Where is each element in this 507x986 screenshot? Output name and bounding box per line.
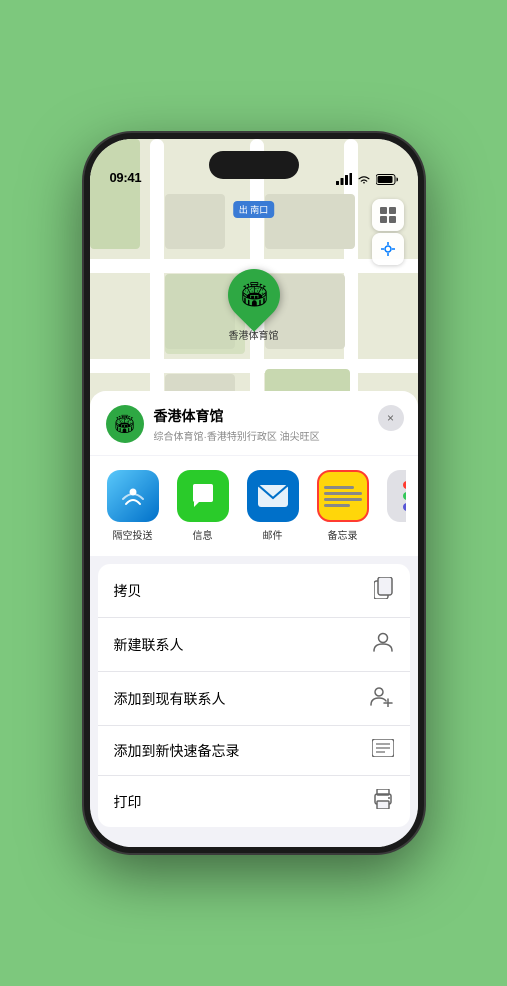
print-icon: [372, 789, 394, 814]
copy-label: 拷贝: [114, 581, 142, 601]
app-item-mail[interactable]: 邮件: [242, 470, 304, 542]
notes-line-3: [324, 498, 362, 501]
notes-line-2: [324, 492, 362, 495]
quick-note-label: 添加到新快速备忘录: [114, 741, 240, 761]
pin-emoji: 🏟: [238, 281, 268, 310]
print-label: 打印: [114, 792, 142, 812]
action-copy[interactable]: 拷贝: [98, 564, 410, 618]
phone-screen: 09:41: [90, 139, 418, 847]
mail-svg: [258, 485, 288, 507]
add-contact-icon: [370, 685, 394, 712]
location-icon: [381, 242, 395, 256]
location-button[interactable]: [372, 233, 404, 265]
action-quick-note[interactable]: 添加到新快速备忘录: [98, 726, 410, 776]
memo-svg: [372, 739, 394, 757]
share-sheet: 🏟 香港体育馆 综合体育馆·香港特别行政区 油尖旺区 ×: [90, 391, 418, 847]
location-desc: 综合体育馆·香港特别行政区 油尖旺区: [154, 428, 402, 443]
notes-label: 备忘录: [328, 527, 358, 542]
map-label: 出 南口: [233, 201, 275, 218]
action-print[interactable]: 打印: [98, 776, 410, 827]
app-item-airdrop[interactable]: 隔空投送: [102, 470, 164, 542]
airdrop-icon: [107, 470, 159, 522]
app-item-messages[interactable]: 信息: [172, 470, 234, 542]
map-label-prefix: 出: [239, 205, 248, 215]
notes-line-4: [324, 504, 351, 507]
quick-note-icon: [372, 739, 394, 762]
stadium-pin[interactable]: 🏟 香港体育馆: [228, 269, 280, 342]
airdrop-label: 隔空投送: [113, 527, 153, 542]
apps-section: 隔空投送 信息: [90, 456, 418, 556]
location-card-icon: 🏟: [106, 405, 144, 443]
copy-svg: [374, 577, 394, 599]
more-icon: [387, 470, 406, 522]
mail-icon: [247, 470, 299, 522]
person-add-svg: [370, 685, 394, 707]
map-label-text: 南口: [250, 205, 268, 215]
action-add-contact[interactable]: 添加到现有联系人: [98, 672, 410, 726]
map-icon: [380, 207, 396, 223]
notes-icon: [317, 470, 369, 522]
status-time: 09:41: [110, 170, 142, 185]
action-new-contact[interactable]: 新建联系人: [98, 618, 410, 672]
actions-section: 拷贝 新建联系人: [98, 564, 410, 827]
location-card: 🏟 香港体育馆 综合体育馆·香港特别行政区 油尖旺区 ×: [90, 391, 418, 455]
battery-icon: [376, 174, 398, 185]
app-item-notes[interactable]: 备忘录: [312, 470, 374, 542]
messages-icon: [177, 470, 229, 522]
copy-icon: [374, 577, 394, 604]
signal-icon: [336, 173, 352, 185]
more-dots: [395, 473, 406, 519]
status-icons: [336, 173, 398, 185]
add-contact-label: 添加到现有联系人: [114, 689, 226, 709]
messages-svg: [189, 482, 217, 510]
new-contact-icon: [372, 631, 394, 658]
person-svg: [372, 631, 394, 653]
print-svg: [372, 789, 394, 809]
location-name: 香港体育馆: [154, 406, 402, 426]
dynamic-island: [209, 151, 299, 179]
wifi-icon: [357, 174, 371, 185]
apps-row: 隔空投送 信息: [102, 470, 406, 542]
notes-lines: [319, 480, 367, 513]
pin-icon: 🏟: [217, 258, 291, 332]
mail-label: 邮件: [263, 527, 283, 542]
new-contact-label: 新建联系人: [114, 635, 184, 655]
map-view-button[interactable]: [372, 199, 404, 231]
map-controls: [372, 199, 404, 265]
app-item-more[interactable]: 提: [382, 470, 406, 542]
messages-label: 信息: [193, 527, 213, 542]
airdrop-svg: [119, 482, 147, 510]
phone-frame: 09:41: [84, 133, 424, 853]
notes-line-1: [324, 486, 354, 489]
close-button[interactable]: ×: [378, 405, 404, 431]
location-info: 香港体育馆 综合体育馆·香港特别行政区 油尖旺区: [154, 406, 402, 443]
